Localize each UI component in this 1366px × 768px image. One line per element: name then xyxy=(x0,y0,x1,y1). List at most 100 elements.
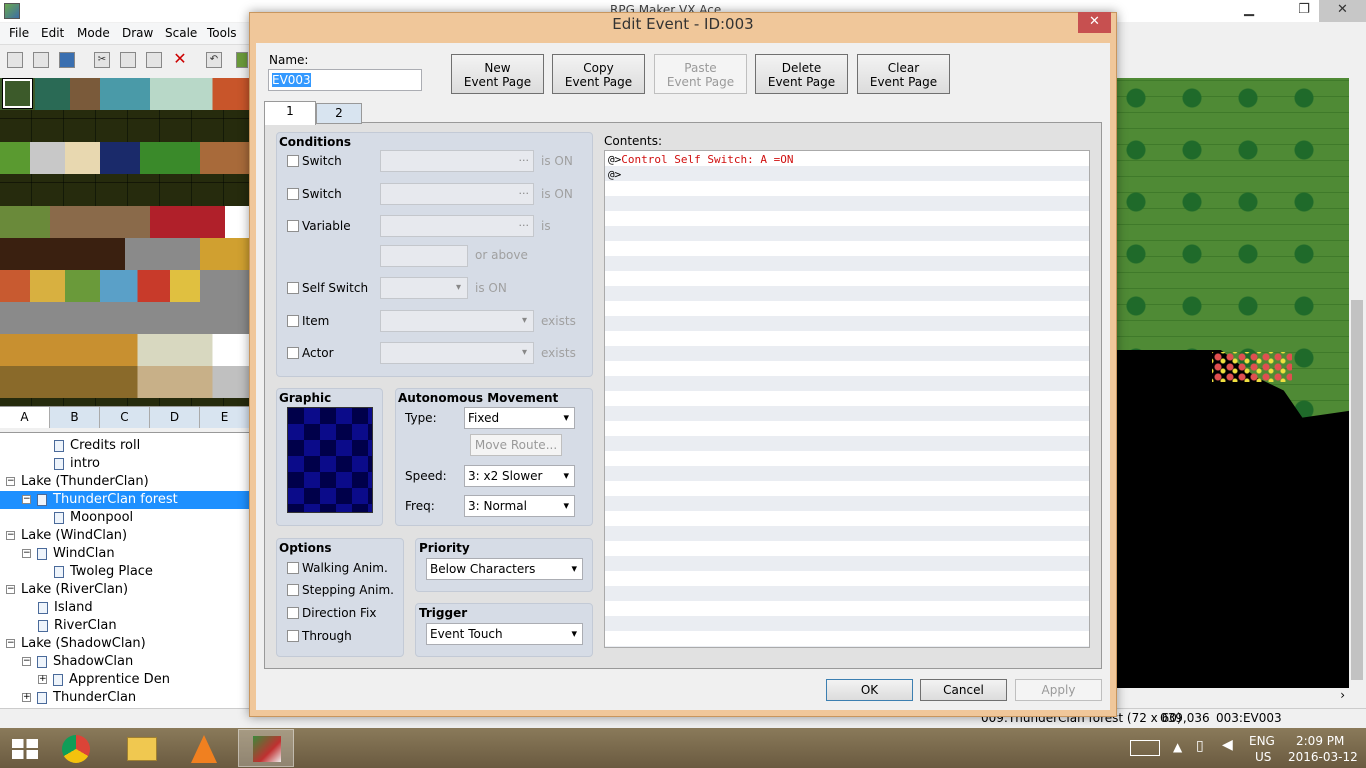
collapse-icon[interactable]: − xyxy=(22,549,31,558)
movement-speed-select[interactable]: 3: x2 Slower xyxy=(464,465,575,487)
tileset-tab-a[interactable]: A xyxy=(0,407,50,428)
stepping-anim-checkbox[interactable] xyxy=(287,584,299,596)
variable-value-spinner[interactable] xyxy=(380,245,468,267)
variable-select[interactable]: ... xyxy=(380,215,534,237)
menu-tools[interactable]: Tools xyxy=(207,26,237,40)
menu-file[interactable]: File xyxy=(9,26,29,40)
apply-button[interactable]: Apply xyxy=(1015,679,1102,701)
menu-draw[interactable]: Draw xyxy=(122,26,153,40)
graphic-preview[interactable] xyxy=(287,407,373,513)
tree-item[interactable]: − WindClan xyxy=(22,545,115,563)
collapse-icon[interactable]: − xyxy=(22,495,31,504)
collapse-icon[interactable]: − xyxy=(6,477,15,486)
collapse-icon[interactable]: − xyxy=(6,585,15,594)
region-indicator[interactable]: US xyxy=(1255,750,1271,764)
tree-item[interactable]: − Lake (WindClan) xyxy=(6,527,127,545)
tree-item[interactable]: − Lake (RiverClan) xyxy=(6,581,128,599)
trigger-select[interactable]: Event Touch xyxy=(426,623,583,645)
priority-select[interactable]: Below Characters xyxy=(426,558,583,580)
menu-scale[interactable]: Scale xyxy=(165,26,197,40)
new-project-icon[interactable] xyxy=(7,52,23,68)
tileset-palette[interactable] xyxy=(0,78,250,406)
movement-type-select[interactable]: Fixed xyxy=(464,407,575,429)
copy-icon[interactable] xyxy=(120,52,136,68)
tree-item[interactable]: − ShadowClan xyxy=(22,653,133,671)
minimize-button[interactable]: ▁ xyxy=(1226,0,1272,22)
tree-item[interactable]: Moonpool xyxy=(38,509,133,527)
tray-expand-icon[interactable]: ▲ xyxy=(1173,740,1182,754)
expand-icon[interactable]: + xyxy=(38,675,47,684)
map-horizontal-scrollbar[interactable]: › xyxy=(1116,688,1349,705)
tileset-tab-d[interactable]: D xyxy=(150,407,200,428)
variable-checkbox[interactable] xyxy=(287,220,299,232)
item-select[interactable] xyxy=(380,310,534,332)
volume-icon[interactable]: ◀ xyxy=(1222,737,1233,753)
event-name-input[interactable]: EV003 xyxy=(268,69,422,91)
switch1-checkbox[interactable] xyxy=(287,155,299,167)
menu-mode[interactable]: Mode xyxy=(77,26,110,40)
explorer-taskbar-button[interactable] xyxy=(115,729,171,767)
tree-item[interactable]: + Apprentice Den xyxy=(38,671,170,689)
actor-select[interactable] xyxy=(380,342,534,364)
item-checkbox[interactable] xyxy=(287,315,299,327)
switch2-select[interactable]: ... xyxy=(380,183,534,205)
copy-event-page-button[interactable]: Copy Event Page xyxy=(552,54,645,94)
keyboard-icon[interactable] xyxy=(1130,740,1160,756)
tree-item[interactable]: Credits roll xyxy=(38,437,140,455)
self-switch-select[interactable] xyxy=(380,277,468,299)
direction-fix-checkbox[interactable] xyxy=(287,607,299,619)
tree-item[interactable]: intro xyxy=(38,455,100,473)
map-layer-icon[interactable] xyxy=(236,52,248,68)
paste-event-page-button[interactable]: Paste Event Page xyxy=(654,54,747,94)
through-checkbox[interactable] xyxy=(287,630,299,642)
tileset-tab-e[interactable]: E xyxy=(200,407,250,428)
chrome-taskbar-button[interactable] xyxy=(50,729,106,767)
dialog-close-button[interactable]: ✕ xyxy=(1078,12,1111,33)
contents-list[interactable] xyxy=(604,150,1090,648)
self-switch-checkbox[interactable] xyxy=(287,282,299,294)
collapse-icon[interactable]: − xyxy=(6,531,15,540)
walking-anim-checkbox[interactable] xyxy=(287,562,299,574)
move-route-button[interactable]: Move Route... xyxy=(470,434,562,456)
delete-icon[interactable]: ✕ xyxy=(172,51,188,68)
content-line[interactable]: @>Control Self Switch: A =ON xyxy=(608,153,793,166)
cancel-button[interactable]: Cancel xyxy=(920,679,1007,701)
tree-item[interactable]: Twoleg Place xyxy=(38,563,153,581)
tree-item[interactable]: Island xyxy=(22,599,93,617)
clock-date[interactable]: 2016-03-12 xyxy=(1288,750,1358,764)
cut-icon[interactable]: ✂ xyxy=(94,52,110,68)
tree-item[interactable]: + ThunderClan xyxy=(22,689,136,707)
rpgmaker-taskbar-button[interactable] xyxy=(238,729,294,767)
tree-item[interactable]: RiverClan xyxy=(22,617,117,635)
map-scroll-thumb[interactable] xyxy=(1351,300,1363,680)
clock-time[interactable]: 2:09 PM xyxy=(1296,734,1344,748)
switch2-checkbox[interactable] xyxy=(287,188,299,200)
tileset-tab-c[interactable]: C xyxy=(100,407,150,428)
tree-item[interactable]: − ThunderClan forest xyxy=(0,491,250,509)
expand-icon[interactable]: + xyxy=(22,693,31,702)
menu-edit[interactable]: Edit xyxy=(41,26,64,40)
tileset-tab-b[interactable]: B xyxy=(50,407,100,428)
open-project-icon[interactable] xyxy=(33,52,49,68)
collapse-icon[interactable]: − xyxy=(6,639,15,648)
delete-event-page-button[interactable]: Delete Event Page xyxy=(755,54,848,94)
start-button[interactable] xyxy=(0,729,56,767)
network-icon[interactable]: ▯ xyxy=(1196,738,1204,754)
clear-event-page-button[interactable]: Clear Event Page xyxy=(857,54,950,94)
new-event-page-button[interactable]: New Event Page xyxy=(451,54,544,94)
content-line[interactable]: @> xyxy=(608,168,621,181)
language-indicator[interactable]: ENG xyxy=(1249,734,1275,748)
movement-freq-select[interactable]: 3: Normal xyxy=(464,495,575,517)
switch1-select[interactable]: ... xyxy=(380,150,534,172)
paste-icon[interactable] xyxy=(146,52,162,68)
save-project-icon[interactable] xyxy=(59,52,75,68)
close-window-button[interactable]: ✕ xyxy=(1319,0,1366,22)
ok-button[interactable]: OK xyxy=(826,679,913,701)
collapse-icon[interactable]: − xyxy=(22,657,31,666)
tree-item[interactable]: − Lake (ThunderClan) xyxy=(6,473,149,491)
tree-item[interactable]: − Lake (ShadowClan) xyxy=(6,635,146,653)
tab-page-2[interactable]: 2 xyxy=(316,103,362,124)
tab-page-1[interactable]: 1 xyxy=(264,101,316,125)
undo-icon[interactable]: ↶ xyxy=(206,52,222,68)
vlc-taskbar-button[interactable] xyxy=(177,729,233,767)
